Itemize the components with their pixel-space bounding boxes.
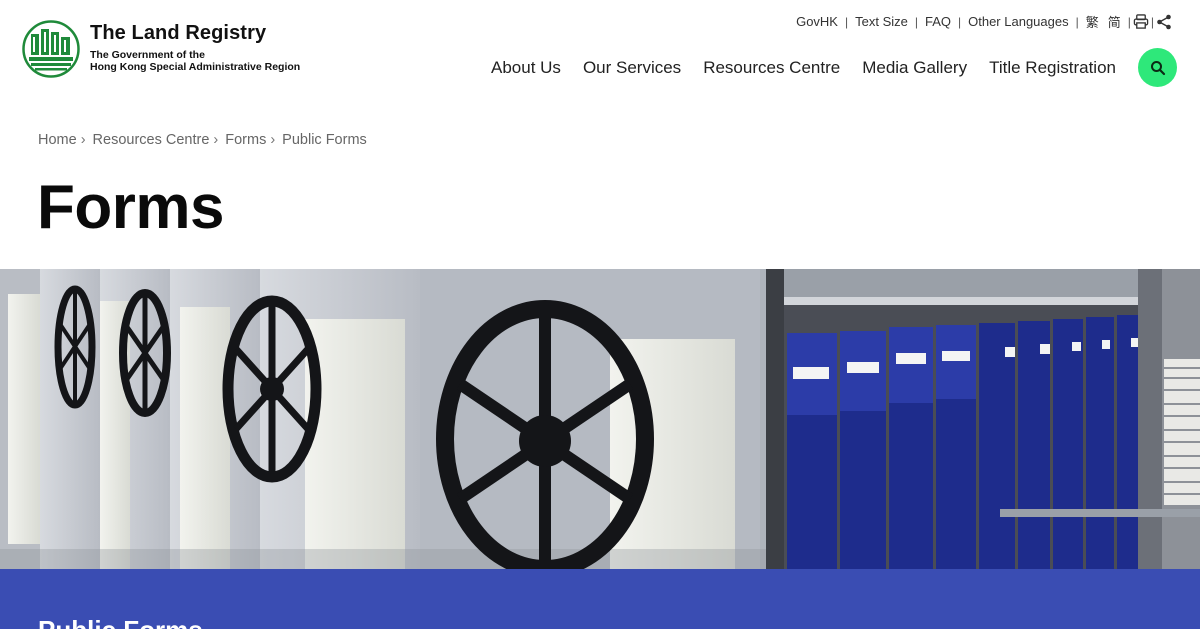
nav-our-services[interactable]: Our Services — [583, 58, 681, 78]
land-registry-logo-icon — [22, 20, 80, 78]
brand-subtitle-line-1: The Government of the — [90, 49, 205, 61]
brand-title: The Land Registry — [90, 22, 267, 44]
utility-link-govhk[interactable]: GovHK — [789, 14, 845, 29]
breadcrumb-resources-centre[interactable]: Resources Centre — [93, 132, 210, 148]
search-icon — [1150, 60, 1165, 75]
language-simplified-chinese[interactable]: 简 — [1106, 12, 1128, 31]
breadcrumb-public-forms: Public Forms — [282, 132, 367, 148]
nav-resources-centre[interactable]: Resources Centre — [703, 58, 840, 78]
site-logo[interactable]: The Land Registry The Government of the … — [22, 20, 300, 78]
utility-link-faq[interactable]: FAQ — [918, 14, 958, 29]
hero-image — [0, 269, 1200, 569]
chevron-right-icon: › — [80, 132, 86, 148]
nav-about-us[interactable]: About Us — [491, 58, 561, 78]
nav-title-registration[interactable]: Title Registration — [989, 58, 1116, 78]
chevron-right-icon: › — [270, 132, 276, 148]
printer-icon[interactable] — [1131, 13, 1151, 31]
utility-link-text-size[interactable]: Text Size — [848, 14, 915, 29]
search-button[interactable] — [1138, 48, 1177, 87]
breadcrumb-forms[interactable]: Forms — [225, 132, 266, 148]
utility-nav: GovHK | Text Size | FAQ | Other Language… — [789, 12, 1174, 31]
chevron-right-icon: › — [213, 132, 219, 148]
breadcrumb-home[interactable]: Home — [38, 132, 77, 148]
language-traditional-chinese[interactable]: 繁 — [1079, 12, 1106, 31]
main-nav: About Us Our Services Resources Centre M… — [469, 58, 1116, 78]
utility-link-other-languages[interactable]: Other Languages — [961, 14, 1075, 29]
page-title: Forms — [37, 173, 224, 242]
site-header: The Land Registry The Government of the … — [0, 0, 1200, 110]
nav-media-gallery[interactable]: Media Gallery — [862, 58, 967, 78]
archive-shelves-image — [0, 269, 1200, 569]
breadcrumb: Home › Resources Centre › Forms › Public… — [38, 132, 367, 148]
share-icon[interactable] — [1154, 13, 1174, 31]
brand-subtitle-line-2: Hong Kong Special Administrative Region — [90, 61, 301, 73]
section-title: Public Forms — [38, 615, 203, 629]
section-band: Public Forms — [0, 569, 1200, 629]
